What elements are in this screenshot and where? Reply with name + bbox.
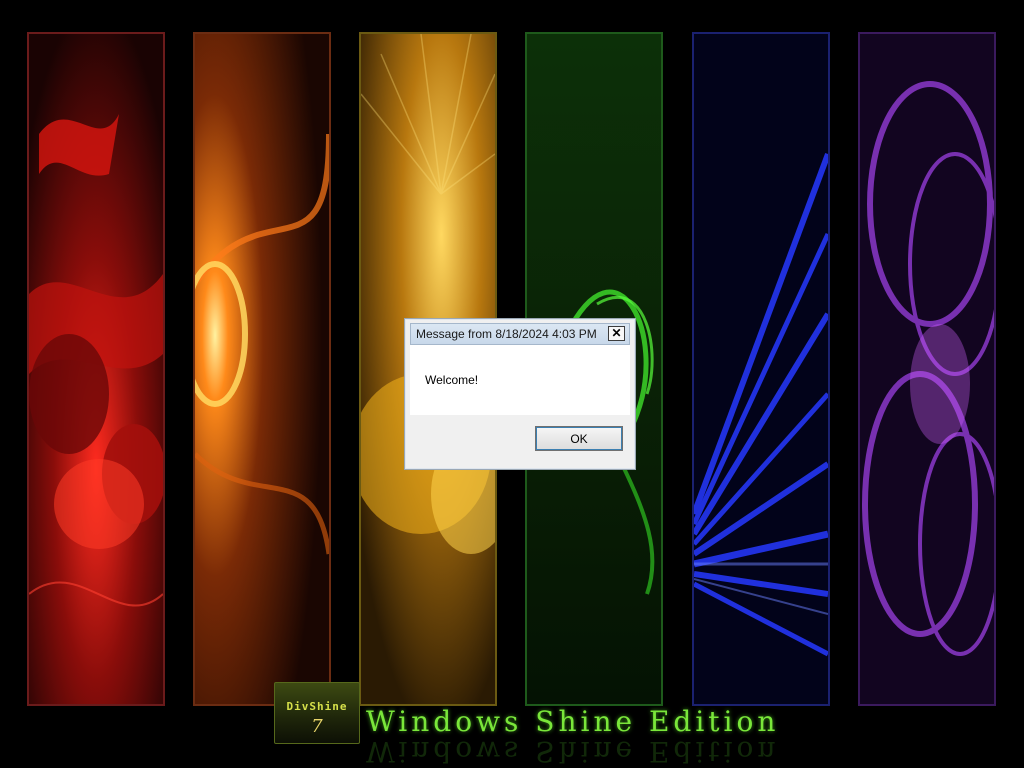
dialog-message: Welcome! (425, 373, 479, 387)
message-dialog: Message from 8/18/2024 4:03 PM ✕ Welcome… (404, 318, 636, 470)
close-icon[interactable]: ✕ (608, 326, 625, 341)
brand-logo-number: 7 (311, 716, 323, 737)
wallpaper-panel-purple (858, 32, 996, 706)
brand-logo-name: DivShine (286, 700, 348, 713)
dialog-body: Welcome! (410, 345, 630, 415)
wallpaper-panel-orange (193, 32, 331, 706)
dialog-titlebar[interactable]: Message from 8/18/2024 4:03 PM ✕ (410, 323, 630, 345)
brand-title: Windows Shine Edition (366, 705, 780, 738)
dialog-title: Message from 8/18/2024 4:03 PM (416, 327, 597, 341)
desktop: DivShine 7 Windows Shine Edition Windows… (0, 0, 1024, 768)
brand-logo: DivShine 7 (274, 682, 360, 744)
wallpaper-panel-red (27, 32, 165, 706)
brand-title-reflection: Windows Shine Edition (366, 738, 780, 768)
ok-button[interactable]: OK (535, 426, 623, 451)
wallpaper-panel-blue (692, 32, 830, 706)
